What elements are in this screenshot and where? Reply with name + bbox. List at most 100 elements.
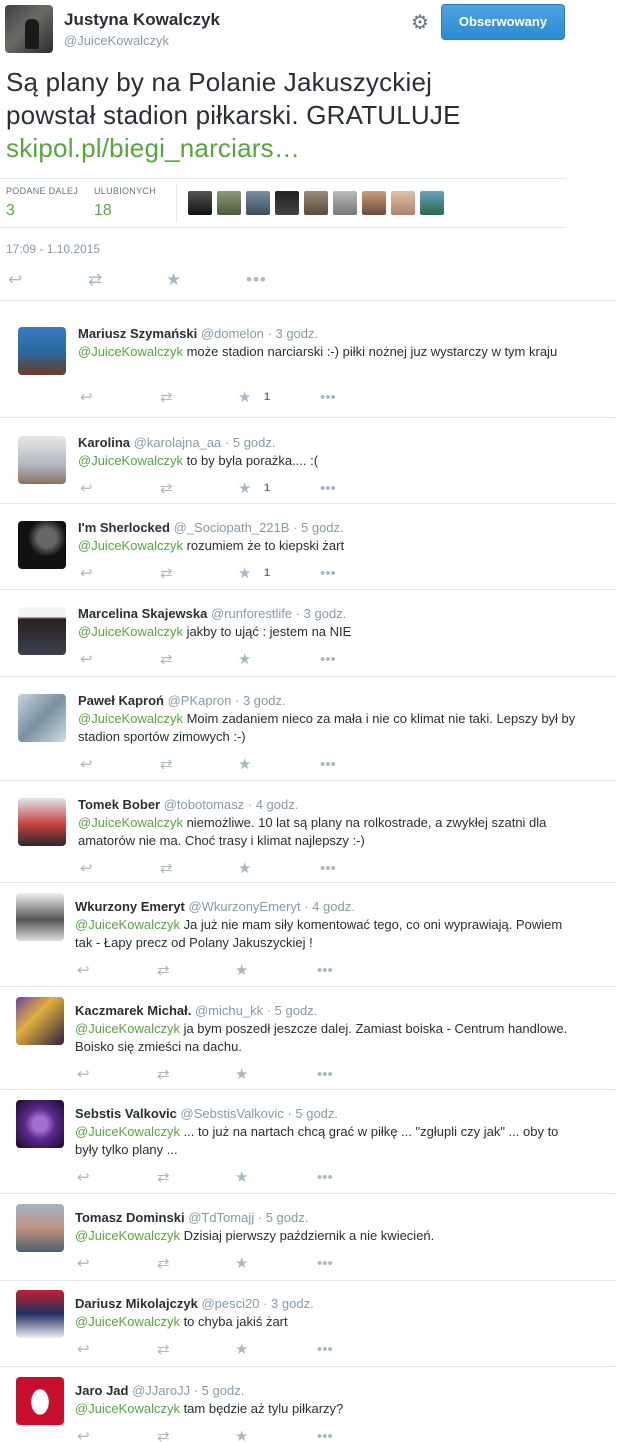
reply-time[interactable]: · 4 godz.: [304, 899, 355, 914]
reply-author-name[interactable]: Marcelina Skajewska: [78, 606, 207, 621]
more-icon[interactable]: •••: [317, 1066, 333, 1084]
reply-mention[interactable]: @JuiceKowalczyk: [75, 1314, 180, 1329]
star-icon[interactable]: ★: [238, 860, 251, 878]
favoriter-avatar[interactable]: [246, 191, 270, 215]
star-icon[interactable]: ★: [238, 756, 251, 774]
reply-icon[interactable]: ↩: [77, 1341, 90, 1359]
favorite-stat[interactable]: ULUBIONYCH 18: [94, 186, 156, 220]
reply-mention[interactable]: @JuiceKowalczyk: [75, 917, 180, 932]
star-icon[interactable]: ★: [166, 270, 181, 290]
reply-icon[interactable]: ↩: [80, 756, 93, 774]
follow-button[interactable]: Obserwowany: [441, 4, 565, 40]
author-avatar[interactable]: [5, 5, 53, 53]
reply-avatar[interactable]: [16, 1100, 64, 1148]
reply-icon[interactable]: ↩: [77, 962, 90, 980]
more-icon[interactable]: •••: [246, 270, 267, 290]
reply-mention[interactable]: @JuiceKowalczyk: [78, 344, 183, 359]
author-handle[interactable]: @JuiceKowalczyk: [64, 33, 169, 48]
reply-avatar[interactable]: [18, 436, 66, 484]
reply-mention[interactable]: @JuiceKowalczyk: [75, 1228, 180, 1243]
retweet-icon[interactable]: ⇄: [160, 565, 173, 583]
reply-mention[interactable]: @JuiceKowalczyk: [75, 1124, 180, 1139]
reply-author-name[interactable]: I'm Sherlocked: [78, 520, 170, 535]
reply-author-name[interactable]: Tomek Bober: [78, 797, 160, 812]
reply-author-handle[interactable]: @pesci20: [201, 1296, 259, 1311]
reply-time[interactable]: · 4 godz.: [248, 797, 299, 812]
reply-avatar[interactable]: [16, 1377, 64, 1425]
retweet-icon[interactable]: ⇄: [88, 270, 102, 290]
more-icon[interactable]: •••: [320, 389, 336, 407]
reply-avatar[interactable]: [18, 521, 66, 569]
tweet-link[interactable]: skipol.pl/biegi_narciars…: [6, 132, 566, 165]
reply-mention[interactable]: @JuiceKowalczyk: [75, 1401, 180, 1416]
more-icon[interactable]: •••: [320, 860, 336, 878]
more-icon[interactable]: •••: [320, 651, 336, 669]
tweet-timestamp[interactable]: 17:09 - 1.10.2015: [6, 242, 100, 256]
star-icon[interactable]: ★: [235, 1169, 248, 1187]
reply-author-name[interactable]: Mariusz Szymański: [78, 326, 197, 341]
star-icon[interactable]: ★: [238, 651, 251, 669]
favoriter-avatar[interactable]: [304, 191, 328, 215]
reply-author-name[interactable]: Jaro Jad: [75, 1383, 128, 1398]
more-icon[interactable]: •••: [317, 962, 333, 980]
favoriter-avatar[interactable]: [420, 191, 444, 215]
more-icon[interactable]: •••: [320, 756, 336, 774]
star-icon[interactable]: ★: [235, 962, 248, 980]
reply-avatar[interactable]: [18, 607, 66, 655]
favoriter-avatar[interactable]: [275, 191, 299, 215]
retweet-icon[interactable]: ⇄: [160, 860, 173, 878]
reply-author-handle[interactable]: @runforestlife: [211, 606, 292, 621]
favoriter-avatar[interactable]: [333, 191, 357, 215]
reply-icon[interactable]: ↩: [80, 565, 93, 583]
reply-icon[interactable]: ↩: [80, 480, 93, 498]
reply-author-handle[interactable]: @TdTomajj: [188, 1210, 254, 1225]
reply-author-handle[interactable]: @michu_kk: [195, 1003, 263, 1018]
reply-avatar[interactable]: [16, 1290, 64, 1338]
reply-author-name[interactable]: Paweł Kaproń: [78, 693, 164, 708]
reply-icon[interactable]: ↩: [77, 1066, 90, 1084]
reply-icon[interactable]: ↩: [77, 1428, 90, 1442]
reply-mention[interactable]: @JuiceKowalczyk: [75, 1021, 180, 1036]
reply-time[interactable]: · 5 godz.: [287, 1106, 338, 1121]
reply-author-handle[interactable]: @tobotomasz: [164, 797, 244, 812]
author-name[interactable]: Justyna Kowalczyk: [64, 10, 220, 30]
favoriter-avatar[interactable]: [217, 191, 241, 215]
reply-mention[interactable]: @JuiceKowalczyk: [78, 538, 183, 553]
retweet-icon[interactable]: ⇄: [157, 1341, 170, 1359]
reply-icon[interactable]: ↩: [8, 270, 22, 290]
favoriter-avatar[interactable]: [188, 191, 212, 215]
reply-icon[interactable]: ↩: [80, 651, 93, 669]
retweet-icon[interactable]: ⇄: [157, 1066, 170, 1084]
retweet-icon[interactable]: ⇄: [160, 480, 173, 498]
reply-avatar[interactable]: [16, 1204, 64, 1252]
reply-author-handle[interactable]: @_Sociopath_221B: [174, 520, 290, 535]
retweet-icon[interactable]: ⇄: [160, 756, 173, 774]
reply-avatar[interactable]: [16, 893, 64, 941]
reply-avatar[interactable]: [16, 997, 64, 1045]
retweet-icon[interactable]: ⇄: [160, 389, 173, 407]
reply-time[interactable]: · 5 godz.: [258, 1210, 309, 1225]
reply-author-name[interactable]: Dariusz Mikolajczyk: [75, 1296, 198, 1311]
favoriter-avatar[interactable]: [391, 191, 415, 215]
star-icon[interactable]: ★: [235, 1341, 248, 1359]
reply-time[interactable]: · 3 godz.: [235, 693, 286, 708]
retweet-icon[interactable]: ⇄: [157, 1169, 170, 1187]
more-icon[interactable]: •••: [317, 1255, 333, 1273]
star-icon[interactable]: ★: [235, 1255, 248, 1273]
reply-time[interactable]: · 5 godz.: [194, 1383, 245, 1398]
reply-icon[interactable]: ↩: [77, 1169, 90, 1187]
more-icon[interactable]: •••: [317, 1341, 333, 1359]
star-icon[interactable]: ★: [238, 389, 251, 407]
reply-author-handle[interactable]: @PKapron: [168, 693, 232, 708]
reply-time[interactable]: · 5 godz.: [267, 1003, 318, 1018]
more-icon[interactable]: •••: [320, 565, 336, 583]
reply-author-handle[interactable]: @karolajna_aa: [134, 435, 222, 450]
reply-author-name[interactable]: Wkurzony Emeryt: [75, 899, 185, 914]
retweet-icon[interactable]: ⇄: [157, 1428, 170, 1442]
favoriter-avatar[interactable]: [362, 191, 386, 215]
retweet-icon[interactable]: ⇄: [157, 962, 170, 980]
reply-time[interactable]: · 3 godz.: [296, 606, 347, 621]
reply-time[interactable]: · 3 godz.: [268, 326, 319, 341]
reply-icon[interactable]: ↩: [80, 389, 93, 407]
reply-author-name[interactable]: Tomasz Dominski: [75, 1210, 185, 1225]
